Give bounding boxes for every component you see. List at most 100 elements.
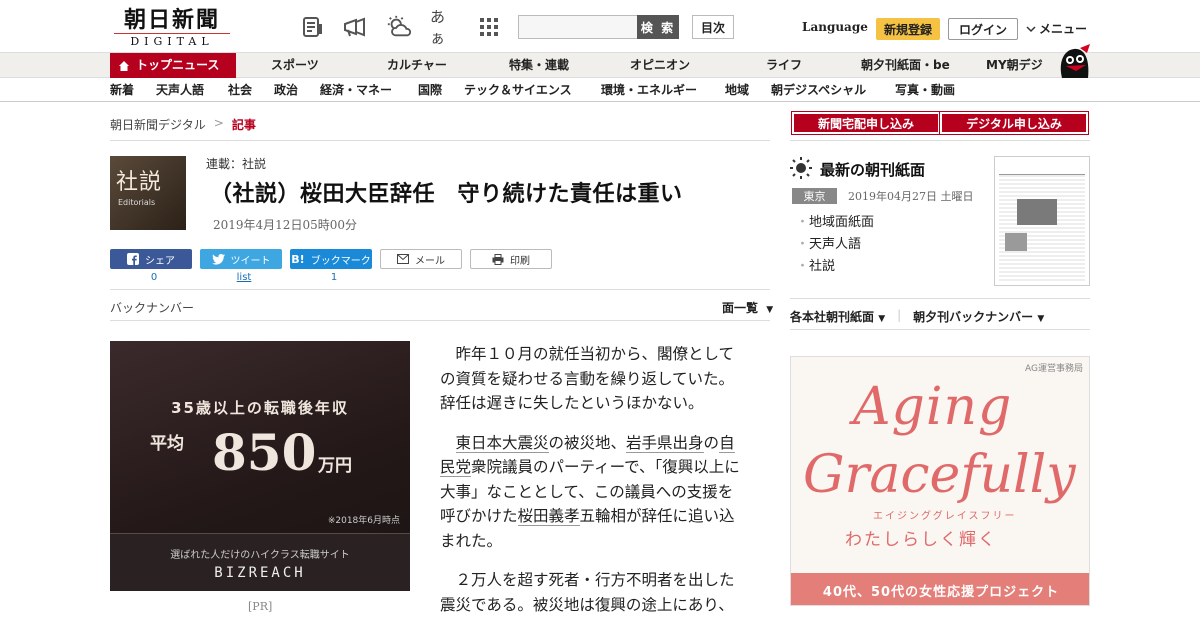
register-button[interactable]: 新規登録 (876, 18, 940, 40)
ad-subtitle: 選ばれた人だけのハイクラス転職サイト (170, 550, 350, 561)
breadcrumb: 朝日新聞デジタル > 記事 (110, 116, 256, 133)
page-list-dropdown[interactable]: 面一覧 ▼ (722, 299, 773, 316)
site-logo[interactable]: 朝日新聞 DIGITAL (114, 8, 230, 48)
breadcrumb-separator: > (213, 116, 224, 130)
divider (110, 320, 770, 321)
keyword-link[interactable]: 東日本大震災 (455, 433, 549, 453)
nav2-item-economy[interactable]: 経済・マネー (320, 78, 392, 102)
print-button[interactable]: 印刷 (470, 249, 552, 269)
nav2-item-region[interactable]: 地域 (725, 78, 749, 102)
nav-item-sports[interactable]: スポーツ (271, 53, 319, 78)
nav2-item-tensei[interactable]: 天声人語 (156, 78, 204, 102)
mail-share-label: メール (415, 255, 445, 267)
hatena-bookmark-button[interactable]: B! ブックマーク (290, 249, 372, 269)
mail-share-button[interactable]: メール (380, 249, 462, 269)
paper-links: 地域面紙面 天声人語 社説 (796, 212, 874, 278)
latest-paper-title[interactable]: 最新の朝刊紙面 (820, 159, 925, 180)
page-list-label: 面一覧 (722, 301, 759, 315)
divider (790, 298, 1090, 299)
sun-icon (790, 157, 812, 179)
article-body: 昨年１０月の就任当初から、閣僚としての資質を疑わせる言動を繰り返していた。辞任は… (440, 342, 746, 630)
digital-subscribe-button[interactable]: デジタル申し込み (939, 111, 1089, 135)
twitter-share-label: ツイート (230, 255, 271, 267)
secondary-nav: 新着 天声人語 社会 政治 経済・マネー 国際 テック＆サイエンス 環境・エネル… (0, 78, 1200, 102)
keyword-link[interactable]: 桜田義孝 (517, 507, 580, 526)
mail-icon (397, 254, 409, 264)
caret-down-icon: ▼ (878, 314, 886, 324)
series-thumbnail[interactable]: 社説 Editorials (110, 156, 186, 230)
ad-word-gracefully: Gracefully (803, 445, 1076, 505)
twitter-share-button[interactable]: ツイート (200, 249, 282, 269)
language-link[interactable]: Language (802, 20, 868, 34)
hatena-icon: B! (291, 252, 305, 266)
megaphone-icon[interactable] (342, 14, 368, 40)
paragraph: ２万人を超す死者・行方不明者を出した震災である。被災地は復興の途上にあり、 (440, 571, 735, 614)
ad-note: ※2018年6月時点 (327, 516, 400, 526)
toc-button[interactable]: 目次 (692, 15, 734, 39)
menu-button[interactable]: メニュー (1026, 20, 1087, 37)
nav-item-top-news[interactable]: トップニュース (110, 53, 236, 78)
nav-item-my-asadigi[interactable]: MY朝デジ (986, 53, 1043, 78)
series-label[interactable]: 連載：社説 (206, 155, 266, 172)
ad-bizreach[interactable]: 35歳以上の転職後年収 平均 850 万円 ※2018年6月時点 選ばれた人だけ… (110, 341, 410, 591)
login-button[interactable]: ログイン (948, 18, 1018, 40)
ad-avg-label: 平均 (150, 434, 184, 454)
nav2-item-international[interactable]: 国際 (418, 78, 442, 102)
nav2-item-special[interactable]: 朝デジスペシャル (771, 78, 866, 102)
paper-subscribe-button[interactable]: 新聞宅配申し込み (791, 111, 941, 135)
paper-link-editorial[interactable]: 社説 (796, 256, 874, 278)
ad-footer: 選ばれた人だけのハイクラス転職サイト BIZREACH (110, 533, 410, 591)
nav2-item-photo-video[interactable]: 写真・動画 (895, 78, 955, 102)
nav2-item-politics[interactable]: 政治 (274, 78, 298, 102)
newspaper-masthead (999, 161, 1085, 175)
nav-item-opinion[interactable]: オピニオン (630, 53, 690, 78)
home-icon (119, 60, 129, 71)
nav2-item-tech[interactable]: テック＆サイエンス (464, 78, 572, 102)
edition-label: 各本社朝刊紙面 (790, 310, 875, 324)
nav-item-paper[interactable]: 朝夕刊紙面・be (861, 53, 950, 78)
news-icon[interactable] (300, 14, 326, 40)
nav2-item-new[interactable]: 新着 (110, 78, 134, 102)
nav-item-culture[interactable]: カルチャー (387, 53, 447, 78)
divider (790, 329, 1090, 330)
hatena-bookmark-count: 1 (330, 272, 338, 283)
ad-kana: エイジンググレイスフリー (873, 511, 1017, 522)
divider (790, 140, 1090, 141)
nav-item-features[interactable]: 特集・連載 (509, 53, 569, 78)
twitter-share-count[interactable]: list (203, 272, 285, 283)
font-size-icon[interactable]: あぁ (430, 8, 456, 47)
search-button[interactable]: 検 索 (637, 15, 679, 39)
back-number-label[interactable]: バックナンバー (110, 299, 194, 316)
keyword-link[interactable]: 岩手県出身 (626, 433, 704, 453)
weather-icon[interactable] (386, 14, 412, 40)
breadcrumb-home[interactable]: 朝日新聞デジタル (110, 116, 206, 133)
nav-label: トップニュース (136, 58, 220, 72)
menu-label: メニュー (1039, 22, 1088, 36)
nav2-item-environment[interactable]: 環境・エネルギー (601, 78, 697, 102)
facebook-share-button[interactable]: シェア (110, 249, 192, 269)
region-badge: 東京 (792, 188, 837, 204)
print-label: 印刷 (510, 255, 530, 267)
paper-date: 2019年04月27日 土曜日 (848, 190, 974, 203)
text: の (703, 433, 720, 452)
paper-link-tensei[interactable]: 天声人語 (796, 234, 874, 256)
breadcrumb-current: 記事 (231, 118, 256, 132)
primary-nav: トップニュース スポーツ カルチャー 特集・連載 オピニオン ライフ 朝夕刊紙面… (0, 52, 1200, 78)
ad-amount: 850 (212, 423, 317, 482)
paper-link-regional[interactable]: 地域面紙面 (796, 212, 874, 234)
nav-item-life[interactable]: ライフ (766, 53, 802, 78)
ad-aging-gracefully[interactable]: AG運営事務局 Aging Gracefully エイジンググレイスフリー わた… (790, 356, 1090, 606)
series-thumb-en: Editorials (118, 198, 156, 207)
newspaper-thumbnail[interactable] (994, 156, 1090, 286)
ad-agency: AG運営事務局 (1025, 364, 1083, 374)
facebook-share-count: 0 (150, 272, 158, 283)
ad-unit: 万円 (318, 456, 352, 476)
search-input[interactable] (518, 15, 638, 39)
edition-dropdown[interactable]: 各本社朝刊紙面 ▼ (790, 308, 885, 325)
ad-word-aging: Aging (853, 377, 1013, 437)
article-title: （社説）桜田大臣辞任 守り続けた責任は重い (210, 182, 683, 207)
logo-text-en: DIGITAL (114, 33, 230, 48)
nav2-item-society[interactable]: 社会 (228, 78, 252, 102)
evening-backnumber-dropdown[interactable]: 朝夕刊バックナンバー ▼ (913, 308, 1044, 325)
apps-grid-icon[interactable] (476, 14, 502, 40)
